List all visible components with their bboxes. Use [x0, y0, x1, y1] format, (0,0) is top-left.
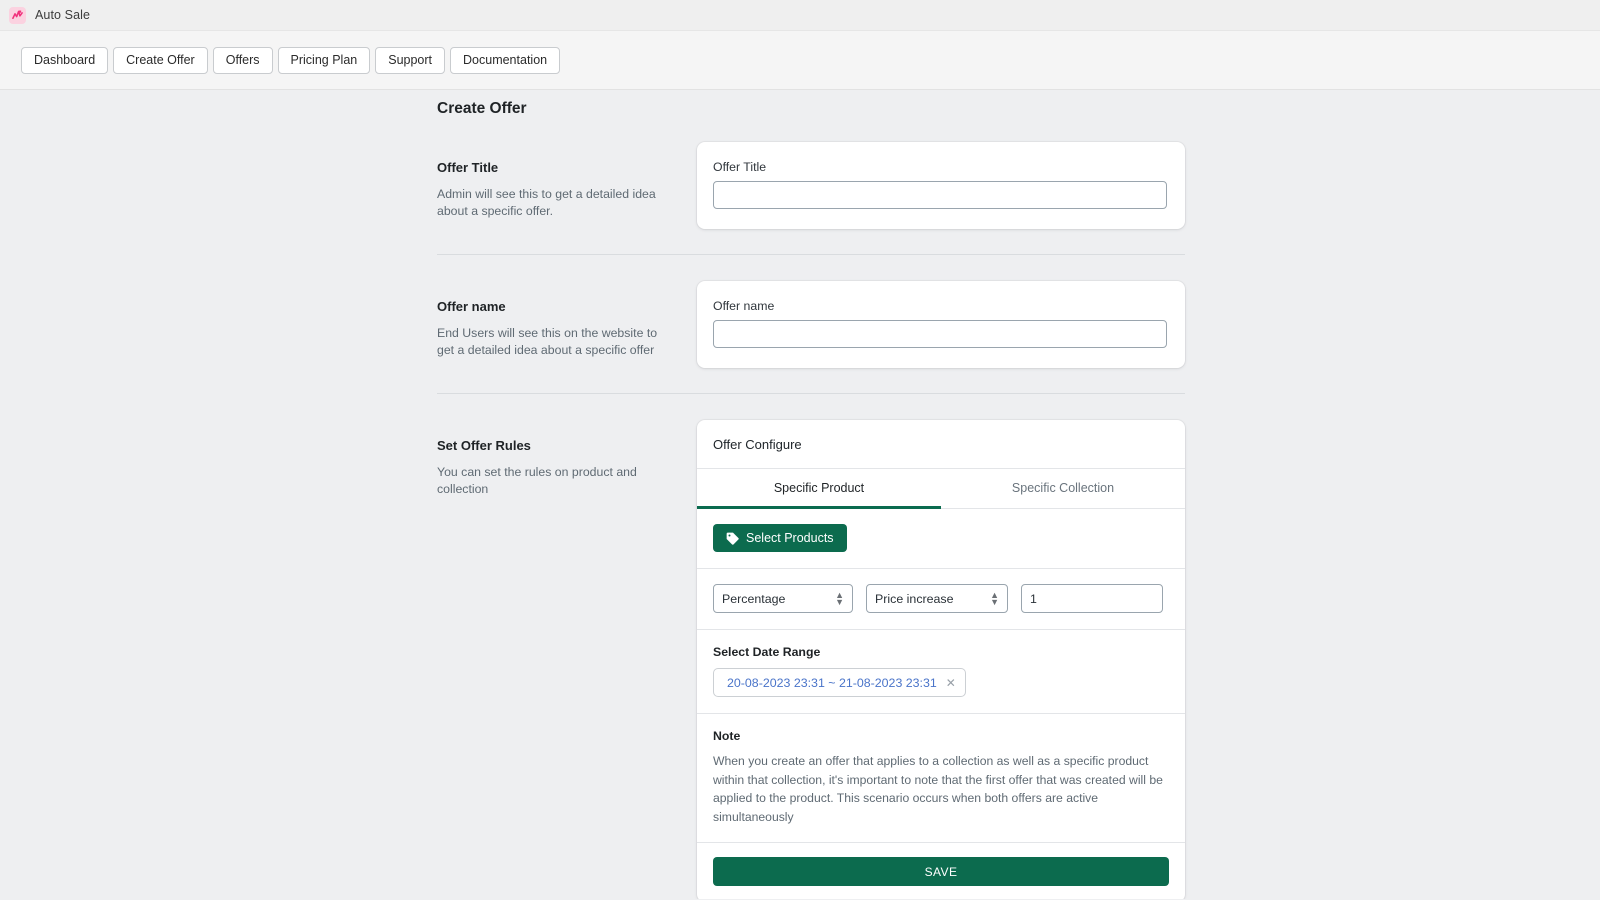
- discount-type-select[interactable]: Percentage: [713, 584, 853, 613]
- section-offer-title-card-wrap: Offer Title: [697, 142, 1185, 229]
- section-offer-name: Offer name End Users will see this on th…: [437, 281, 1185, 368]
- app-title: Auto Sale: [35, 8, 91, 22]
- offer-title-field-label: Offer Title: [713, 160, 767, 174]
- section-divider: [437, 393, 1185, 394]
- window-title-bar: Auto Sale: [0, 0, 1600, 31]
- tab-specific-product[interactable]: Specific Product: [697, 469, 941, 509]
- offer-name-card: Offer name: [697, 281, 1185, 368]
- date-range-value: 20-08-2023 23:31 ~ 21-08-2023 23:31: [727, 675, 937, 690]
- date-range-row: Select Date Range 20-08-2023 23:31 ~ 21-…: [697, 630, 1185, 714]
- date-range-picker[interactable]: 20-08-2023 23:31 ~ 21-08-2023 23:31 ✕: [713, 668, 966, 697]
- offer-title-card: Offer Title: [697, 142, 1185, 229]
- select-products-row: Select Products: [697, 509, 1185, 569]
- section-heading: Set Offer Rules: [437, 438, 531, 453]
- offer-title-input[interactable]: [713, 181, 1167, 209]
- nav-item-pricing-plan[interactable]: Pricing Plan: [277, 46, 371, 74]
- section-divider: [437, 254, 1185, 255]
- offer-name-field-label: Offer name: [713, 299, 775, 313]
- rule-controls: Percentage ▲ ▼ Price increase ▲ ▼: [713, 584, 1169, 613]
- discount-type-wrap: Percentage ▲ ▼: [713, 584, 853, 613]
- nav-item-documentation[interactable]: Documentation: [450, 46, 561, 74]
- section-offer-name-description: Offer name End Users will see this on th…: [437, 281, 697, 359]
- content-container: Create Offer Offer Title Admin will see …: [437, 90, 1185, 899]
- offer-name-field-block: Offer name: [697, 281, 1185, 368]
- amount-wrap: [1021, 584, 1163, 613]
- tab-specific-collection[interactable]: Specific Collection: [941, 469, 1185, 509]
- page-body: Create Offer Offer Title Admin will see …: [0, 90, 1600, 899]
- note-row: Note When you create an offer that appli…: [697, 714, 1185, 843]
- section-heading: Offer name: [437, 299, 506, 314]
- offer-configure-title: Offer Configure: [713, 437, 802, 452]
- price-action-select[interactable]: Price increase: [866, 584, 1008, 613]
- nav-item-support[interactable]: Support: [375, 46, 446, 74]
- nav-item-dashboard[interactable]: Dashboard: [21, 46, 109, 74]
- section-offer-rules-card-wrap: Offer Configure Specific Product Specifi…: [697, 420, 1185, 899]
- app-chrome: Auto Sale Dashboard Create Offer Offers …: [0, 0, 1600, 90]
- amount-input[interactable]: [1021, 584, 1163, 613]
- date-range-label: Select Date Range: [713, 645, 821, 659]
- note-text: When you create an offer that applies to…: [713, 754, 1163, 824]
- offer-configure-header: Offer Configure: [697, 420, 1185, 469]
- chart-spark-icon: [9, 6, 26, 24]
- offer-configure-card: Offer Configure Specific Product Specifi…: [697, 420, 1185, 899]
- select-products-button[interactable]: Select Products: [713, 524, 847, 552]
- section-offer-name-card-wrap: Offer name: [697, 281, 1185, 368]
- section-offer-title: Offer Title Admin will see this to get a…: [437, 142, 1185, 229]
- save-row: SAVE: [697, 843, 1185, 899]
- nav-item-offers[interactable]: Offers: [212, 46, 273, 74]
- top-navigation: Dashboard Create Offer Offers Pricing Pl…: [0, 31, 1600, 90]
- section-heading: Offer Title: [437, 160, 499, 175]
- offer-title-field-block: Offer Title: [697, 142, 1185, 229]
- nav-item-create-offer[interactable]: Create Offer: [113, 46, 208, 74]
- section-description: End Users will see this on the website t…: [437, 326, 658, 357]
- close-icon[interactable]: ✕: [946, 677, 956, 689]
- rule-controls-row: Percentage ▲ ▼ Price increase ▲ ▼: [697, 569, 1185, 630]
- select-products-button-label: Select Products: [746, 531, 834, 545]
- offer-name-input[interactable]: [713, 320, 1167, 348]
- page-title: Create Offer: [437, 100, 527, 117]
- price-action-wrap: Price increase ▲ ▼: [866, 584, 1008, 613]
- save-button[interactable]: SAVE: [713, 857, 1169, 886]
- section-offer-rules: Set Offer Rules You can set the rules on…: [437, 420, 1185, 899]
- section-offer-rules-description: Set Offer Rules You can set the rules on…: [437, 420, 697, 498]
- offer-configure-tabs: Specific Product Specific Collection: [697, 469, 1185, 509]
- section-description: You can set the rules on product and col…: [437, 465, 637, 496]
- section-offer-title-description: Offer Title Admin will see this to get a…: [437, 142, 697, 220]
- section-description: Admin will see this to get a detailed id…: [437, 187, 656, 218]
- price-tag-icon: [726, 532, 739, 545]
- note-label: Note: [713, 729, 741, 743]
